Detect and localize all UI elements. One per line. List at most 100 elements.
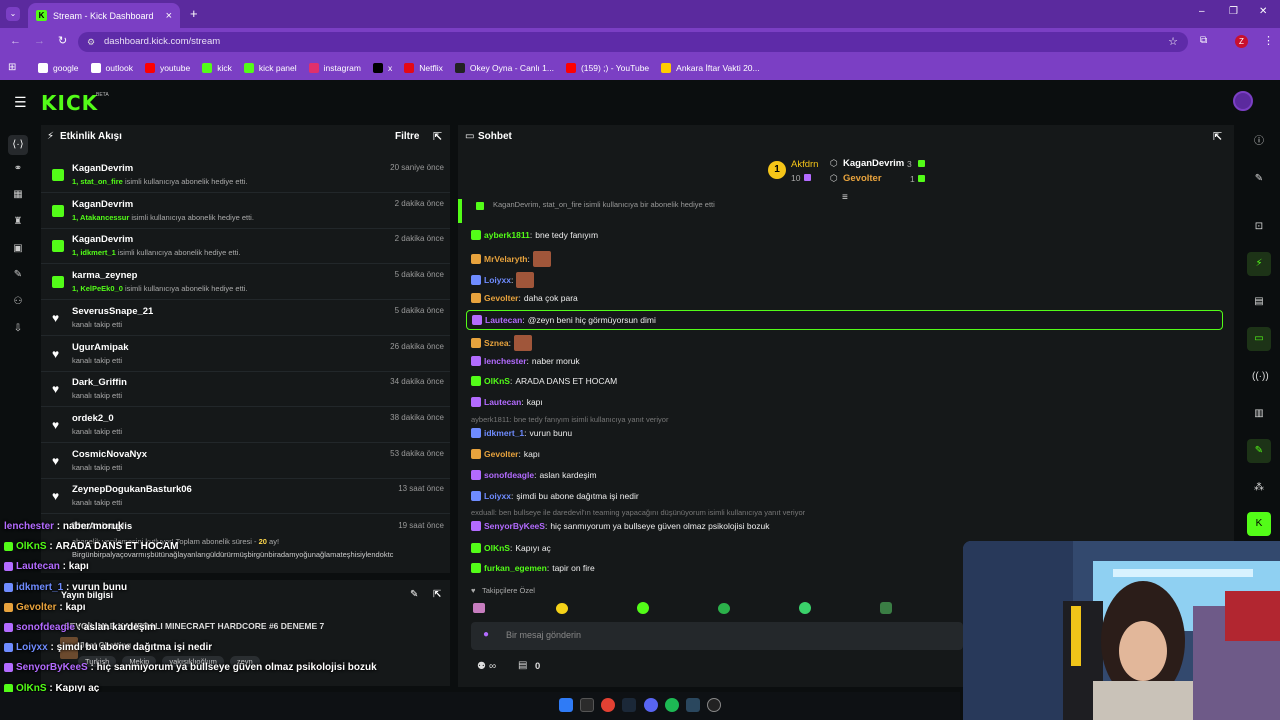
tab-close-icon[interactable]: ×: [166, 10, 172, 22]
chat-message[interactable]: OlKnS: Kapıyı aç: [471, 543, 551, 553]
user-avatar[interactable]: [1233, 91, 1253, 111]
chat-popout-icon[interactable]: ⇱: [1213, 130, 1222, 143]
wrench-icon[interactable]: ✎: [11, 268, 25, 282]
bookmark-item[interactable]: Ankara İftar Vakti 20...: [661, 63, 760, 73]
layout-icon[interactable]: ▥: [1252, 407, 1266, 421]
trophy-icon[interactable]: ♜: [11, 215, 25, 229]
gift-recipient[interactable]: 1, KelPeEk0_0: [72, 284, 123, 293]
activity-user[interactable]: UgurAmipak: [72, 342, 128, 353]
new-tab-button[interactable]: +: [190, 6, 198, 21]
reload-icon[interactable]: ↻: [58, 34, 67, 47]
chat-active-icon[interactable]: ▭: [1247, 327, 1271, 351]
minimize-button[interactable]: –: [1199, 6, 1205, 17]
activity-user[interactable]: karma_zeynep: [72, 270, 137, 281]
document-icon[interactable]: ▤: [1252, 295, 1266, 309]
chat-message[interactable]: MrVelaryth:: [471, 251, 551, 267]
gift-recipient[interactable]: 1, idkmert_1: [72, 248, 116, 257]
chest-icon[interactable]: ▤: [518, 660, 527, 671]
chat-username[interactable]: Lautecan: [484, 397, 521, 407]
stream-info-popout-icon[interactable]: ⇱: [433, 589, 441, 600]
settings-nodes-icon[interactable]: ⁂: [1252, 481, 1266, 495]
expand-leaderboard-icon[interactable]: ≡: [842, 192, 848, 203]
emote-4[interactable]: [718, 603, 730, 614]
chat-username[interactable]: idkmert_1: [484, 428, 524, 438]
users-icon[interactable]: ⚇: [11, 295, 25, 309]
gift-recipient[interactable]: 1, Atakancessur: [72, 213, 129, 222]
chat-username[interactable]: MrVelaryth: [484, 254, 527, 264]
info-icon[interactable]: ⓘ: [1252, 135, 1266, 149]
chat-username[interactable]: OlKnS: [484, 543, 510, 553]
emote-2[interactable]: [556, 603, 568, 614]
chat-username[interactable]: OlKnS: [484, 376, 510, 386]
chat-username[interactable]: Gevolter: [484, 293, 519, 303]
hamburger-menu-icon[interactable]: ☰: [14, 94, 27, 111]
restore-button[interactable]: ❐: [1229, 6, 1238, 17]
bookmark-item[interactable]: (159) ;) - YouTube: [565, 63, 649, 73]
back-arrow-icon[interactable]: ←: [10, 35, 21, 47]
reply-context[interactable]: ayberk1811: bne tedy fanıyım isimli kull…: [471, 415, 668, 424]
activity-user[interactable]: KaganDevrim: [72, 163, 133, 174]
gift-recipient[interactable]: 1, stat_on_fire: [72, 177, 123, 186]
analytics-icon[interactable]: ▦: [11, 188, 25, 202]
activity-user[interactable]: KaganDevrim: [72, 234, 133, 245]
chat-message[interactable]: Sznea:: [471, 335, 532, 351]
chat-message[interactable]: sonofdeagle: aslan kardeşim: [471, 470, 597, 480]
emote-1[interactable]: [473, 603, 485, 613]
url-field[interactable]: ⚙ dashboard.kick.com/stream ☆: [78, 32, 1188, 52]
bookmark-star-icon[interactable]: ☆: [1168, 32, 1178, 52]
start-menu-icon[interactable]: [559, 698, 573, 712]
chat-username[interactable]: Gevolter: [484, 449, 519, 459]
chat-message[interactable]: Lautecan: kapı: [471, 397, 543, 407]
leader-1-name[interactable]: Akfdrn: [791, 159, 818, 170]
spotify-icon[interactable]: [665, 698, 679, 712]
steam-icon-2[interactable]: [686, 698, 700, 712]
popout-icon[interactable]: ⇱: [433, 130, 442, 143]
emote-3[interactable]: [637, 602, 649, 614]
activity-user[interactable]: ZeynepDogukanBasturk06: [72, 484, 192, 495]
download-icon[interactable]: ⇩: [11, 322, 25, 336]
chat-message[interactable]: lenchester: naber moruk: [471, 356, 580, 366]
chat-input-field[interactable]: ● Bir mesaj gönderin: [471, 622, 963, 650]
leader-2-name[interactable]: KaganDevrim: [843, 158, 904, 169]
chat-message[interactable]: OlKnS: ARADA DANS ET HOCAM: [471, 376, 617, 386]
steam-icon[interactable]: [622, 698, 636, 712]
reply-context[interactable]: exduall: ben bullseye ile daredevil'ın t…: [471, 508, 805, 517]
link-icon[interactable]: ⚭: [11, 162, 25, 176]
chat-message[interactable]: Gevolter: daha çok para: [471, 293, 578, 303]
site-info-icon[interactable]: ⚙: [87, 32, 95, 52]
chrome-taskbar-icon[interactable]: [601, 698, 615, 712]
window-close-button[interactable]: ✕: [1259, 6, 1267, 17]
activity-user[interactable]: SeverusSnape_21: [72, 306, 153, 317]
chat-username[interactable]: furkan_egemen: [484, 563, 547, 573]
chat-username[interactable]: sonofdeagle: [484, 470, 534, 480]
bookmark-item[interactable]: instagram: [308, 63, 361, 73]
activity-user[interactable]: KaganDevrim: [72, 199, 133, 210]
chat-username[interactable]: lenchester: [484, 356, 527, 366]
leader-3-name[interactable]: Gevolter: [843, 173, 882, 184]
forward-arrow-icon[interactable]: →: [34, 35, 45, 47]
kick-logo[interactable]: KICK: [41, 91, 98, 115]
obs-icon[interactable]: [707, 698, 721, 712]
kick-app-icon[interactable]: K: [1247, 512, 1271, 536]
edit-pencil-icon[interactable]: ✎: [410, 589, 418, 600]
filter-button[interactable]: Filtre: [395, 131, 419, 142]
bookmark-item[interactable]: Okey Oyna - Canlı 1...: [454, 63, 554, 73]
broadcast-icon[interactable]: ((·)): [1252, 370, 1269, 384]
tab-kick-dashboard[interactable]: K Stream - Kick Dashboard ×: [28, 3, 180, 28]
chat-message[interactable]: Loiyxx: şimdi bu abone dağıtma işi nedir: [471, 491, 639, 501]
chat-message[interactable]: Gevolter: kapı: [471, 449, 540, 459]
chat-message[interactable]: SenyorByKeeS: hiç sanmıyorum ya bullseye …: [471, 521, 770, 531]
activity-user[interactable]: Dark_Griffin: [72, 377, 127, 388]
chat-username[interactable]: SenyorByKeeS: [484, 521, 545, 531]
chat-username[interactable]: Sznea: [484, 338, 509, 348]
bookmark-item[interactable]: outlook: [90, 63, 133, 73]
chat-message[interactable]: idkmert_1: vurun bunu: [471, 428, 572, 438]
bolt-active-icon[interactable]: ⚡: [1247, 252, 1271, 276]
edit-icon[interactable]: ✎: [1252, 172, 1266, 186]
bookmark-item[interactable]: youtube: [144, 63, 190, 73]
profile-avatar[interactable]: Z: [1235, 35, 1248, 48]
tools-active-icon[interactable]: ✎: [1247, 439, 1271, 463]
chat-username[interactable]: Lautecan: [485, 315, 522, 325]
live-stream-icon[interactable]: ⟨·⟩: [8, 135, 28, 155]
bookmark-item[interactable]: x: [372, 63, 392, 73]
